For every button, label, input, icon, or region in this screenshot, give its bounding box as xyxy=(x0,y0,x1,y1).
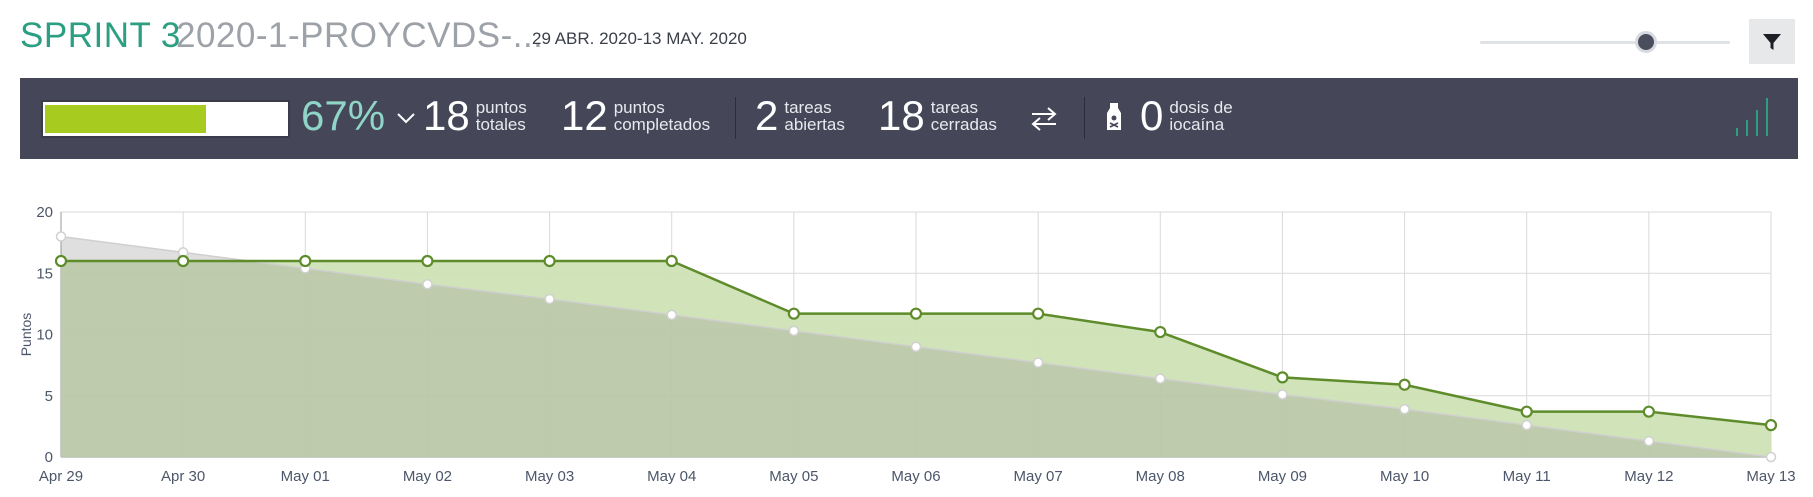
total-points-value: 18 xyxy=(423,92,470,139)
zoom-slider-track[interactable] xyxy=(1480,41,1730,44)
actual-point xyxy=(1398,378,1411,391)
ideal-point xyxy=(666,309,677,321)
actual-point xyxy=(787,307,800,320)
ideal-point xyxy=(1765,451,1777,463)
total-points-label-line2: totales xyxy=(475,115,526,134)
completed-points-label-line2: completados xyxy=(613,115,711,134)
closed-tasks-value: 18 xyxy=(878,92,925,139)
poison-bottle-icon xyxy=(1107,103,1121,130)
closed-tasks-label-line2: cerradas xyxy=(930,115,997,134)
progress-percent-stat: 67% xyxy=(301,92,385,140)
x-tick-label: Apr 29 xyxy=(39,468,83,485)
sprint-title[interactable]: SPRINT 3 xyxy=(20,16,181,56)
completed-points-value: 12 xyxy=(561,92,608,139)
ideal-point xyxy=(1277,389,1288,400)
x-tick-label: May 06 xyxy=(891,468,940,485)
y-tick-label: 20 xyxy=(36,204,53,221)
total-points-label-line1: puntos xyxy=(475,98,527,117)
closed-tasks-label: tareas cerradas xyxy=(931,99,997,133)
open-tasks-value: 2 xyxy=(755,92,779,139)
stats-divider xyxy=(1084,97,1085,139)
total-points-stat: 18 puntos totales xyxy=(423,92,527,140)
open-tasks-label-line1: tareas xyxy=(784,98,832,117)
open-tasks-stat: 2 tareas abiertas xyxy=(755,92,845,140)
chevron-down-icon[interactable] xyxy=(396,111,416,125)
y-tick-label: 10 xyxy=(36,327,53,344)
x-tick-label: May 04 xyxy=(647,468,696,485)
actual-point xyxy=(1032,307,1045,320)
closed-tasks-label-line1: tareas xyxy=(930,98,978,117)
x-tick-label: May 07 xyxy=(1014,468,1063,485)
x-tick-label: May 03 xyxy=(525,468,574,485)
actual-point xyxy=(1154,325,1167,339)
progress-percent: 67% xyxy=(301,92,386,139)
x-tick-label: May 09 xyxy=(1258,468,1307,485)
y-tick-label: 0 xyxy=(45,449,53,466)
y-axis-title: Puntos xyxy=(18,313,34,357)
actual-point xyxy=(1520,405,1533,418)
actual-point xyxy=(1764,419,1778,432)
ideal-point xyxy=(1399,403,1410,415)
sprint-progress-bar xyxy=(41,100,290,138)
total-points-label: puntos totales xyxy=(476,99,527,133)
x-tick-label: May 12 xyxy=(1624,468,1673,485)
sprint-header: SPRINT 3 2020-1-PROYCVDS-... 29 ABR. 202… xyxy=(20,10,1795,64)
x-tick-label: May 13 xyxy=(1746,468,1795,485)
sprint-stats-bar: 67% 18 puntos totales 12 puntos completa… xyxy=(20,78,1798,159)
y-tick-label: 5 xyxy=(45,388,53,405)
completed-points-label-line1: puntos xyxy=(613,98,665,117)
ideal-point xyxy=(910,341,922,352)
iocaine-label-line1: dosis de xyxy=(1169,98,1233,117)
x-tick-label: May 10 xyxy=(1380,468,1429,485)
open-tasks-label: tareas abiertas xyxy=(784,99,844,133)
bar-graph-icon[interactable] xyxy=(1734,94,1774,136)
actual-point xyxy=(1642,405,1655,418)
actual-point xyxy=(543,254,556,268)
stats-divider xyxy=(735,97,736,139)
zoom-slider-handle[interactable] xyxy=(1635,31,1657,53)
closed-tasks-stat: 18 tareas cerradas xyxy=(878,92,997,140)
actual-point xyxy=(909,307,923,320)
project-title[interactable]: 2020-1-PROYCVDS-... xyxy=(176,16,543,56)
sprint-dates: 29 ABR. 2020-13 MAY. 2020 xyxy=(532,29,747,48)
burndown-chart: 0 5 10 15 20 Apr 29 Apr 30 May 01 May 02 May 03 Ma… xyxy=(18,204,1796,485)
y-tick-label: 15 xyxy=(36,265,53,282)
actual-point xyxy=(54,254,68,268)
filter-button[interactable] xyxy=(1749,19,1795,64)
ideal-point xyxy=(1032,357,1044,368)
actual-point xyxy=(1276,371,1289,384)
ideal-point xyxy=(1155,373,1166,384)
open-tasks-label-line2: abiertas xyxy=(784,115,845,134)
iocaine-label-line2: iocaína xyxy=(1169,115,1225,134)
ideal-point xyxy=(788,325,800,337)
ideal-point xyxy=(544,293,555,305)
ideal-point xyxy=(1521,419,1532,431)
ideal-point xyxy=(422,279,433,290)
filter-funnel-icon xyxy=(1763,33,1781,50)
x-tick-label: May 08 xyxy=(1136,468,1185,485)
x-tick-label: Apr 30 xyxy=(161,468,205,485)
actual-point xyxy=(665,254,678,268)
completed-points-label: puntos completados xyxy=(614,99,710,133)
x-tick-label: May 02 xyxy=(403,468,452,485)
actual-point xyxy=(299,254,312,268)
completed-points-stat: 12 puntos completados xyxy=(561,92,710,140)
x-tick-label: May 01 xyxy=(281,468,330,485)
iocaine-label: dosis de iocaína xyxy=(1169,99,1232,133)
sprint-progress-fill xyxy=(45,105,206,133)
iocaine-value: 0 xyxy=(1140,92,1164,139)
x-tick-label: May 05 xyxy=(769,468,818,485)
iocaine-stat: 0 dosis de iocaína xyxy=(1140,92,1233,140)
ideal-point xyxy=(1643,435,1655,447)
swap-arrows-icon[interactable] xyxy=(1029,106,1059,132)
actual-point xyxy=(177,254,190,268)
x-tick-label: May 11 xyxy=(1503,468,1551,485)
ideal-point xyxy=(55,231,67,242)
actual-point xyxy=(421,254,434,268)
